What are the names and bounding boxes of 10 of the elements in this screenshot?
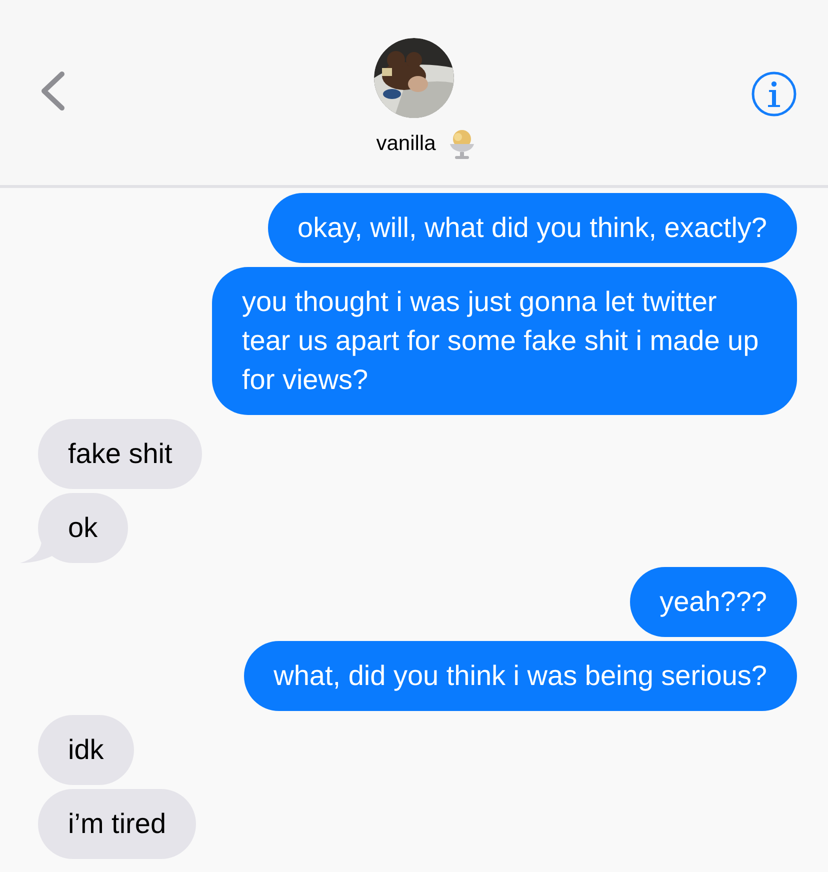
contact-name: vanilla: [376, 132, 436, 156]
message-bubble: fake shit: [38, 419, 202, 489]
message-bubble: idk: [38, 715, 134, 785]
info-icon[interactable]: [751, 71, 797, 117]
message-bubble: you thought i was just gonna let twitter tear us apart for some fake shit i made up for views?: [212, 267, 797, 415]
message-bubble: what, did you think i was being serious?: [244, 641, 797, 711]
message-bubble: i’m tired: [38, 789, 196, 859]
message-bubble: yeah???: [630, 567, 797, 637]
ice-cream-icon: [448, 128, 476, 160]
message-bubble: okay, will, what did you think, exactly?: [268, 193, 797, 263]
